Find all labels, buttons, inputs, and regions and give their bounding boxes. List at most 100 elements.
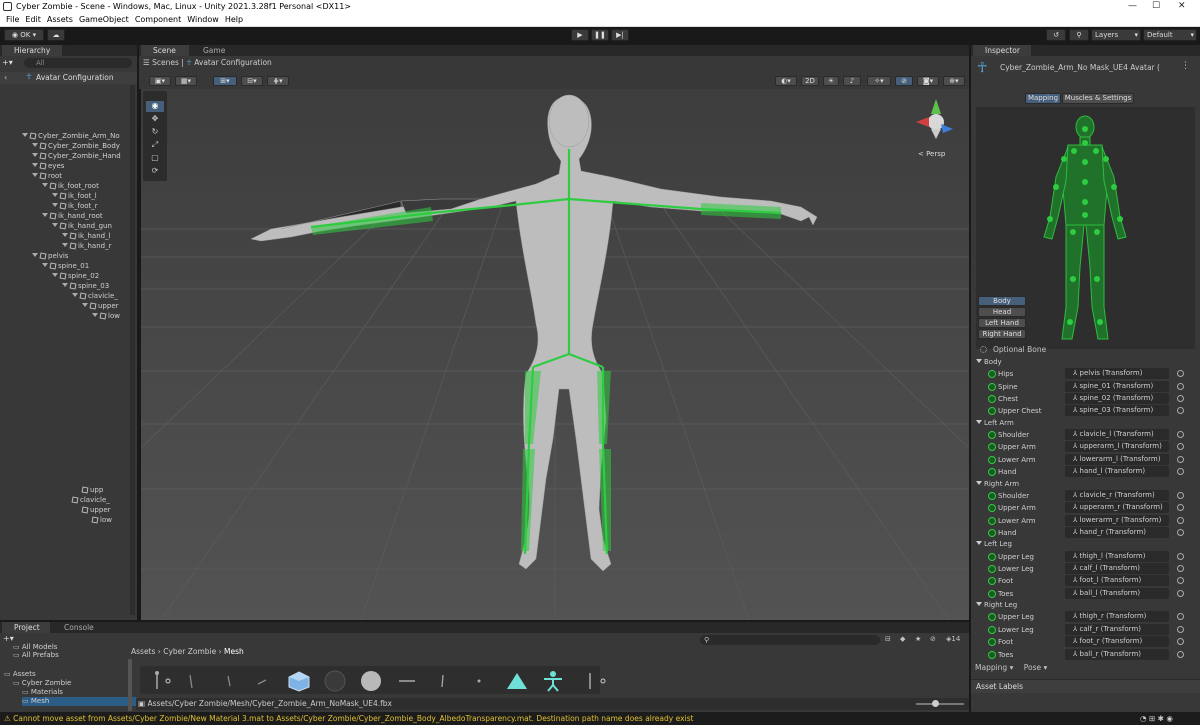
hierarchy-item[interactable]: Cyber_Zombie_Body bbox=[32, 141, 120, 151]
tab-game[interactable]: Game bbox=[191, 45, 235, 56]
rotate-tool[interactable]: ↻ bbox=[146, 127, 164, 138]
lighting-toggle[interactable]: ☀ bbox=[823, 76, 839, 86]
hierarchy-item[interactable]: pelvis bbox=[32, 251, 68, 261]
project-folder[interactable]: ▭ Assets bbox=[4, 670, 36, 679]
expand-arrow-icon[interactable] bbox=[32, 253, 38, 257]
search-button[interactable]: ⚲ bbox=[1069, 29, 1089, 41]
hierarchy-item[interactable]: root bbox=[32, 171, 62, 181]
object-picker-icon[interactable] bbox=[1177, 613, 1184, 621]
tab-inspector[interactable]: Inspector bbox=[973, 45, 1031, 56]
bone-group-header[interactable]: Body bbox=[976, 357, 1002, 367]
close-icon[interactable]: ✕ bbox=[1178, 1, 1186, 11]
history-button[interactable]: ↺ bbox=[1046, 29, 1066, 41]
expand-arrow-icon[interactable] bbox=[92, 313, 98, 317]
bone-transform-field[interactable]: ⅄ lowerarm_l (Transform) bbox=[1065, 453, 1169, 465]
menu-file[interactable]: File bbox=[6, 15, 19, 24]
menu-edit[interactable]: Edit bbox=[25, 15, 41, 24]
hierarchy-item[interactable]: ik_hand_root bbox=[42, 211, 103, 221]
asset-bone-7[interactable] bbox=[430, 670, 456, 692]
hierarchy-item[interactable]: ik_hand_gun bbox=[52, 221, 112, 231]
shading-dropdown[interactable]: ◐▾ bbox=[775, 76, 797, 86]
expand-arrow-icon[interactable] bbox=[976, 419, 982, 424]
expand-arrow-icon[interactable] bbox=[976, 541, 982, 546]
asset-bone-9[interactable] bbox=[580, 670, 606, 692]
hierarchy-item[interactable]: upper bbox=[82, 301, 119, 311]
minimize-icon[interactable]: — bbox=[1128, 1, 1137, 11]
filter-type-icon[interactable]: ⊟ bbox=[885, 635, 891, 643]
asset-mesh-cube[interactable] bbox=[286, 670, 312, 692]
breadcrumb-mesh[interactable]: Mesh bbox=[224, 647, 244, 656]
back-icon[interactable]: ‹ bbox=[4, 73, 7, 82]
asset-material-light[interactable] bbox=[358, 670, 384, 692]
asset-bone-4[interactable] bbox=[216, 670, 242, 692]
cloud-button[interactable]: ☁ bbox=[47, 29, 65, 41]
add-object-button[interactable]: +▾ bbox=[2, 58, 20, 68]
expand-arrow-icon[interactable] bbox=[42, 263, 48, 267]
pause-button[interactable]: ❚❚ bbox=[591, 29, 609, 41]
hierarchy-search-input[interactable]: All bbox=[24, 58, 132, 68]
snap-dropdown[interactable]: ⋕▾ bbox=[267, 76, 289, 86]
bone-transform-field[interactable]: ⅄ ball_r (Transform) bbox=[1065, 648, 1169, 660]
hierarchy-item[interactable]: low bbox=[91, 515, 112, 525]
persp-label[interactable]: < Persp bbox=[918, 150, 946, 158]
object-picker-icon[interactable] bbox=[1177, 455, 1184, 463]
object-picker-icon[interactable] bbox=[1177, 443, 1184, 451]
audio-toggle[interactable]: ♪ bbox=[843, 76, 861, 86]
hierarchy-item[interactable]: ik_hand_l bbox=[62, 231, 111, 241]
filter-label-icon[interactable]: ◆ bbox=[900, 635, 905, 643]
inspector-menu-icon[interactable]: ⋮ bbox=[1181, 61, 1190, 71]
scale-tool[interactable]: ⤢ bbox=[146, 140, 164, 151]
head-view-button[interactable]: Head bbox=[978, 307, 1026, 317]
tab-muscles-settings[interactable]: Muscles & Settings bbox=[1062, 93, 1134, 104]
mapping-dropdown[interactable]: Mapping ▾ bbox=[975, 663, 1013, 672]
bone-group-header[interactable]: Left Arm bbox=[976, 418, 1014, 428]
status-message[interactable]: Cannot move asset from Assets/Cyber Zomb… bbox=[13, 714, 693, 723]
asset-material-dark[interactable] bbox=[322, 670, 348, 692]
object-picker-icon[interactable] bbox=[1177, 395, 1184, 402]
effects-dropdown[interactable]: ✧▾ bbox=[867, 76, 891, 86]
asset-triangle-mesh[interactable] bbox=[504, 670, 530, 692]
pivot-dropdown[interactable]: ⊞▾ bbox=[213, 76, 237, 86]
hierarchy-item[interactable]: upp bbox=[81, 485, 103, 495]
bone-transform-field[interactable]: ⅄ upperarm_r (Transform) bbox=[1065, 502, 1169, 514]
body-view-button[interactable]: Body bbox=[978, 296, 1026, 306]
bone-transform-field[interactable]: ⅄ pelvis (Transform) bbox=[1065, 368, 1169, 380]
expand-arrow-icon[interactable] bbox=[82, 303, 88, 307]
bone-transform-field[interactable]: ⅄ foot_l (Transform) bbox=[1065, 575, 1169, 587]
hierarchy-item[interactable]: spine_03 bbox=[62, 281, 109, 291]
bone-transform-field[interactable]: ⅄ clavicle_l (Transform) bbox=[1065, 429, 1169, 440]
hierarchy-item[interactable]: ik_foot_root bbox=[42, 181, 99, 191]
expand-arrow-icon[interactable] bbox=[62, 283, 68, 287]
bug-icon[interactable]: ✱ bbox=[1158, 714, 1164, 723]
grid-dropdown[interactable]: ⊟▾ bbox=[241, 76, 263, 86]
camera-dropdown[interactable]: ◙▾ bbox=[917, 76, 939, 86]
object-picker-icon[interactable] bbox=[1177, 589, 1184, 597]
object-picker-icon[interactable] bbox=[1177, 552, 1184, 560]
right-hand-view-button[interactable]: Right Hand bbox=[978, 329, 1026, 339]
layout-dropdown[interactable]: Default ▾ bbox=[1143, 29, 1197, 41]
bone-transform-field[interactable]: ⅄ spine_01 (Transform) bbox=[1065, 380, 1169, 392]
menu-gameobject[interactable]: GameObject bbox=[79, 15, 129, 24]
object-picker-icon[interactable] bbox=[1177, 638, 1184, 646]
bone-group-header[interactable]: Right Arm bbox=[976, 479, 1019, 489]
hierarchy-item[interactable]: clavicle_ bbox=[71, 495, 110, 505]
gizmos-dropdown[interactable]: ⊕▾ bbox=[943, 76, 965, 86]
project-folder[interactable]: ▭ All Prefabs bbox=[13, 651, 59, 660]
bone-transform-field[interactable]: ⅄ lowerarm_r (Transform) bbox=[1065, 514, 1169, 526]
bone-transform-field[interactable]: ⅄ upperarm_l (Transform) bbox=[1065, 441, 1169, 453]
object-picker-icon[interactable] bbox=[1177, 529, 1184, 536]
progress-icon[interactable]: ◔ bbox=[1140, 714, 1147, 723]
expand-arrow-icon[interactable] bbox=[42, 213, 48, 217]
hierarchy-item[interactable]: low bbox=[92, 311, 120, 321]
menu-window[interactable]: Window bbox=[187, 15, 219, 24]
object-picker-icon[interactable] bbox=[1177, 431, 1184, 438]
expand-arrow-icon[interactable] bbox=[976, 480, 982, 485]
object-picker-icon[interactable] bbox=[1177, 504, 1184, 512]
asset-labels-title[interactable]: Asset Labels bbox=[976, 682, 1023, 691]
expand-arrow-icon[interactable] bbox=[32, 163, 38, 167]
breadcrumb-avatar-config[interactable]: Avatar Configuration bbox=[194, 58, 272, 67]
project-folder[interactable]: ▭ Mesh bbox=[22, 697, 137, 706]
hierarchy-item[interactable]: ik_foot_l bbox=[52, 191, 97, 201]
account-dropdown[interactable]: ◉ OK ▾ bbox=[4, 29, 44, 41]
left-hand-view-button[interactable]: Left Hand bbox=[978, 318, 1026, 328]
